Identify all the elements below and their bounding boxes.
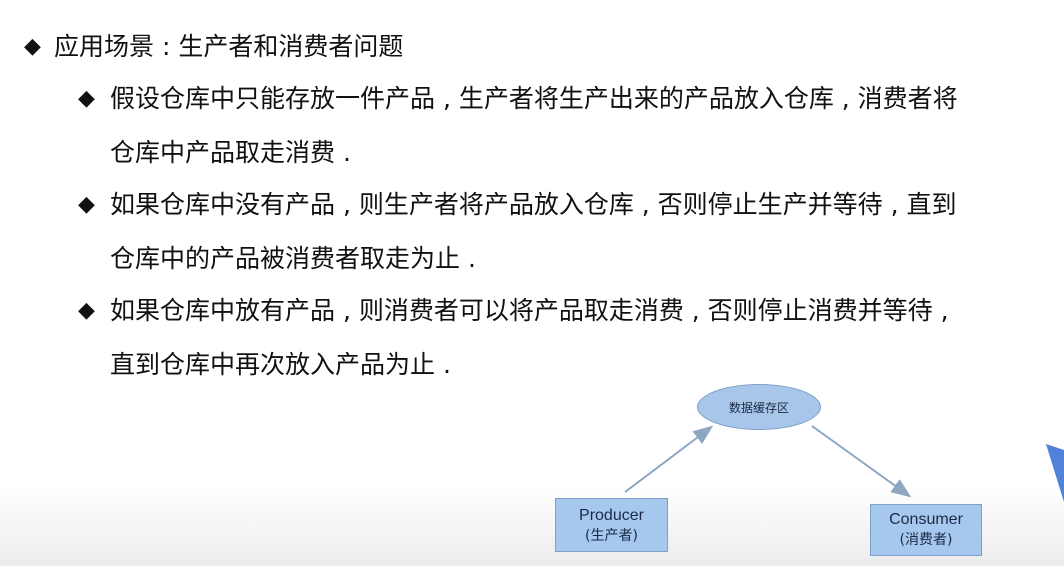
buffer-label: 数据缓存区 (728, 400, 789, 415)
consumer-box: Consumer (消费者) (870, 504, 982, 556)
sub-bullet-line: 如果仓库中放有产品 , 则消费者可以将产品取走消费 , 否则停止消费并等待 , (110, 296, 949, 325)
buffer-to-consumer-arrow (811, 425, 912, 498)
producer-box: Producer (生产者) (555, 498, 668, 552)
consumer-label: Consumer (889, 511, 963, 528)
sub-bullet-line: 假设仓库中只能存放一件产品 , 生产者将生产出来的产品放入仓库 , 消费者将 (110, 84, 958, 113)
diamond-bullet-icon: ◆ (24, 34, 41, 59)
main-bullet: ◆ 应用场景 : 生产者和消费者问题 (24, 20, 403, 74)
sub-bullet-line: 仓库中产品取走消费 . (110, 138, 351, 167)
sub-bullet-text: 如果仓库中放有产品 , 则消费者可以将产品取走消费 , 否则停止消费并等待 , … (110, 284, 949, 392)
producer-label: Producer (579, 507, 644, 524)
diamond-bullet-icon: ◆ (78, 298, 95, 323)
diamond-bullet-icon: ◆ (78, 192, 95, 217)
data-buffer-ellipse: 数据缓存区 (697, 384, 821, 430)
sub-bullet-text: 如果仓库中没有产品 , 则生产者将产品放入仓库 , 否则停止生产并等待 , 直到… (110, 178, 957, 286)
corner-accent-shape (1046, 444, 1064, 502)
sub-bullet-line: 仓库中的产品被消费者取走为止 . (110, 244, 476, 273)
sub-bullet: ◆ 如果仓库中放有产品 , 则消费者可以将产品取走消费 , 否则停止消费并等待 … (78, 284, 949, 392)
sub-bullet: ◆ 如果仓库中没有产品 , 则生产者将产品放入仓库 , 否则停止生产并等待 , … (78, 178, 957, 286)
consumer-sublabel: (消费者) (899, 532, 953, 548)
producer-to-buffer-arrow (624, 425, 714, 493)
diamond-bullet-icon: ◆ (78, 86, 95, 111)
main-bullet-text: 应用场景 : 生产者和消费者问题 (54, 32, 404, 61)
slide: ◆ 应用场景 : 生产者和消费者问题 ◆ 假设仓库中只能存放一件产品 , 生产者… (0, 0, 1064, 566)
producer-sublabel: (生产者) (585, 528, 638, 544)
sub-bullet-text: 假设仓库中只能存放一件产品 , 生产者将生产出来的产品放入仓库 , 消费者将 仓… (110, 72, 958, 180)
sub-bullet: ◆ 假设仓库中只能存放一件产品 , 生产者将生产出来的产品放入仓库 , 消费者将… (78, 72, 958, 180)
sub-bullet-line: 如果仓库中没有产品 , 则生产者将产品放入仓库 , 否则停止生产并等待 , 直到 (110, 190, 957, 219)
